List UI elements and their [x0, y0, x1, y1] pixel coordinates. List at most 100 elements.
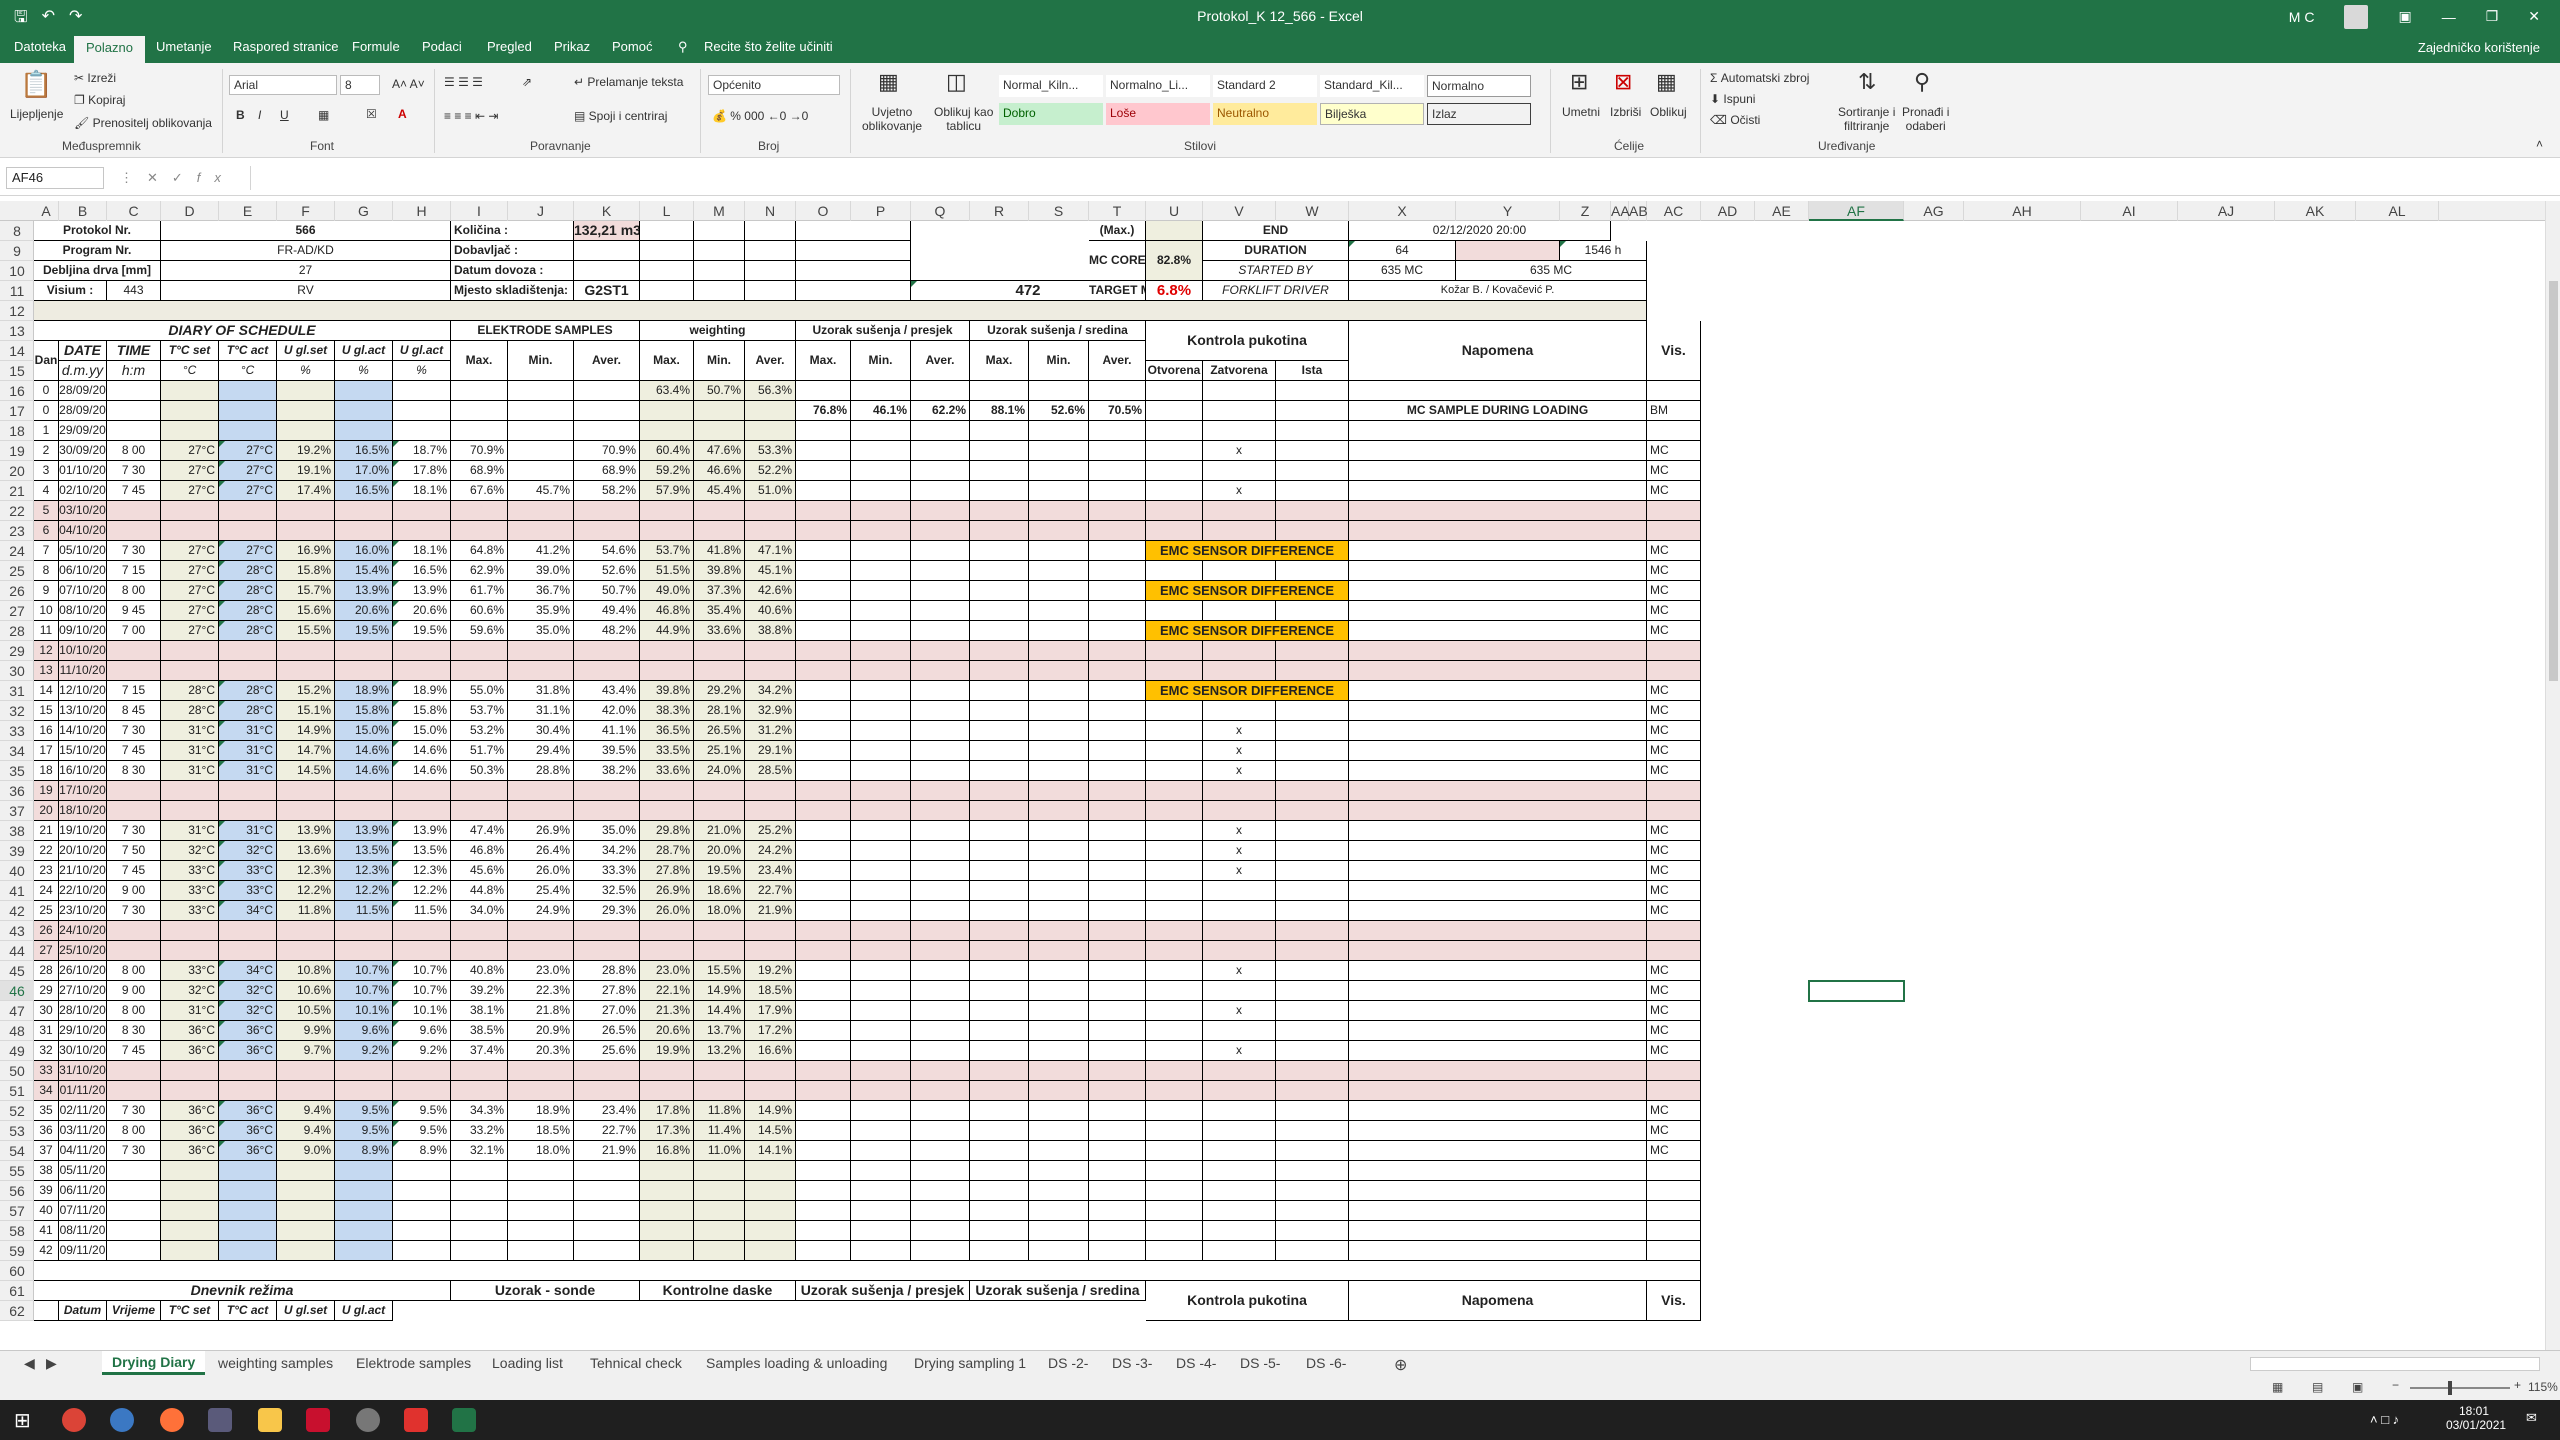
data-cell[interactable]: 8 30: [107, 1021, 161, 1041]
lower-datum[interactable]: Datum: [59, 1301, 107, 1321]
data-cell[interactable]: [335, 1061, 393, 1081]
data-cell[interactable]: 20.3%: [508, 1041, 574, 1061]
number-format-select[interactable]: Općenito: [708, 75, 840, 95]
napomena-cell[interactable]: [1349, 501, 1647, 521]
data-cell[interactable]: [1029, 1221, 1089, 1241]
data-cell[interactable]: 27°C: [161, 541, 219, 561]
data-cell[interactable]: [574, 1061, 640, 1081]
lower-presjek[interactable]: Uzorak sušenja / presjek: [796, 1281, 970, 1301]
blank-cell[interactable]: [694, 241, 745, 261]
data-cell[interactable]: [851, 881, 911, 901]
data-cell[interactable]: [219, 421, 277, 441]
data-cell[interactable]: 36°C: [161, 1141, 219, 1161]
data-cell[interactable]: 18: [34, 761, 59, 781]
kontrolne-daske[interactable]: Kontrolne daske: [640, 1281, 796, 1301]
data-cell[interactable]: [1276, 1141, 1349, 1161]
data-cell[interactable]: 21/10/20: [59, 861, 107, 881]
data-cell[interactable]: [1089, 701, 1146, 721]
name-box[interactable]: AF46: [6, 167, 104, 189]
data-cell[interactable]: [1276, 981, 1349, 1001]
data-cell[interactable]: [1089, 421, 1146, 441]
data-cell[interactable]: 33°C: [161, 881, 219, 901]
weighting-header[interactable]: weighting: [640, 321, 796, 341]
row-header-46[interactable]: 46: [0, 981, 34, 1001]
data-cell[interactable]: [745, 1241, 796, 1261]
data-cell[interactable]: [161, 1201, 219, 1221]
napomena-cell[interactable]: [1349, 541, 1647, 561]
data-cell[interactable]: 5: [34, 501, 59, 521]
data-cell[interactable]: 12.2%: [335, 881, 393, 901]
vis-cell[interactable]: MC: [1647, 841, 1701, 861]
data-cell[interactable]: [393, 1081, 451, 1101]
napomena-cell[interactable]: [1349, 1121, 1647, 1141]
data-cell[interactable]: [335, 1221, 393, 1241]
data-cell[interactable]: 34°C: [219, 901, 277, 921]
data-cell[interactable]: 29.8%: [640, 821, 694, 841]
data-cell[interactable]: 10.7%: [335, 981, 393, 1001]
mc-max-value[interactable]: [1146, 221, 1203, 241]
data-cell[interactable]: 4: [34, 481, 59, 501]
data-cell[interactable]: [1276, 601, 1349, 621]
data-cell[interactable]: [1276, 1161, 1349, 1181]
data-cell[interactable]: [970, 581, 1029, 601]
data-cell[interactable]: [745, 801, 796, 821]
data-cell[interactable]: [911, 381, 970, 401]
data-cell[interactable]: [1089, 1061, 1146, 1081]
data-cell[interactable]: [1146, 381, 1203, 401]
data-cell[interactable]: [640, 641, 694, 661]
row-header-17[interactable]: 17: [0, 401, 34, 421]
row-header-15[interactable]: 15: [0, 361, 34, 381]
currency-icon[interactable]: 💰 % 000 ←0 →0: [712, 109, 808, 123]
style-standard-kil[interactable]: Standard_Kil...: [1320, 75, 1424, 97]
data-cell[interactable]: 21.0%: [694, 821, 745, 841]
data-cell[interactable]: [393, 1181, 451, 1201]
data-cell[interactable]: [796, 741, 851, 761]
data-cell[interactable]: 53.3%: [745, 441, 796, 461]
data-cell[interactable]: 15.8%: [393, 701, 451, 721]
data-cell[interactable]: [796, 1201, 851, 1221]
format-cells-button[interactable]: Oblikuj: [1650, 105, 1687, 119]
data-cell[interactable]: [911, 941, 970, 961]
data-cell[interactable]: [851, 1141, 911, 1161]
unit-hm[interactable]: h:m: [107, 361, 161, 381]
sheet-tab-ds3[interactable]: DS -3-: [1112, 1355, 1152, 1371]
data-cell[interactable]: [1203, 1241, 1276, 1261]
data-cell[interactable]: 10.5%: [277, 1001, 335, 1021]
col-tact[interactable]: T°C act: [219, 341, 277, 361]
data-cell[interactable]: 13.9%: [393, 821, 451, 841]
data-cell[interactable]: 76.8%: [796, 401, 851, 421]
data-cell[interactable]: [1276, 761, 1349, 781]
data-cell[interactable]: [1029, 1121, 1089, 1141]
data-cell[interactable]: 19.2%: [745, 961, 796, 981]
format-painter-button[interactable]: 🖌 Prenositelj oblikovanja: [74, 116, 212, 130]
data-cell[interactable]: [851, 1161, 911, 1181]
data-cell[interactable]: [1276, 781, 1349, 801]
data-cell[interactable]: 22.7%: [745, 881, 796, 901]
protokol-label[interactable]: Protokol Nr.: [34, 221, 161, 241]
data-cell[interactable]: [796, 481, 851, 501]
data-cell[interactable]: 88.1%: [970, 401, 1029, 421]
data-cell[interactable]: [851, 1081, 911, 1101]
data-cell[interactable]: [1276, 841, 1349, 861]
data-cell[interactable]: [1276, 941, 1349, 961]
data-cell[interactable]: 33°C: [219, 861, 277, 881]
unit-dmy[interactable]: d.m.yy: [59, 361, 107, 381]
row-header-33[interactable]: 33: [0, 721, 34, 741]
data-cell[interactable]: [335, 941, 393, 961]
data-cell[interactable]: [640, 1081, 694, 1101]
data-cell[interactable]: 7 15: [107, 681, 161, 701]
data-cell[interactable]: [796, 1001, 851, 1021]
align-left-icon[interactable]: ≡ ≡ ≡ ⇤ ⇥: [444, 109, 498, 123]
data-cell[interactable]: [1203, 801, 1276, 821]
vis-cell[interactable]: BM: [1647, 401, 1701, 421]
data-cell[interactable]: [219, 1241, 277, 1261]
data-cell[interactable]: [970, 721, 1029, 741]
spacer-row[interactable]: [34, 301, 1647, 321]
data-cell[interactable]: 55.0%: [451, 681, 508, 701]
sort-filter-icon[interactable]: ⇅: [1858, 69, 1876, 95]
data-cell[interactable]: 30.4%: [508, 721, 574, 741]
data-cell[interactable]: 23.4%: [745, 861, 796, 881]
data-cell[interactable]: [745, 1161, 796, 1181]
data-cell[interactable]: [851, 821, 911, 841]
column-header-al[interactable]: AL: [2356, 201, 2439, 221]
